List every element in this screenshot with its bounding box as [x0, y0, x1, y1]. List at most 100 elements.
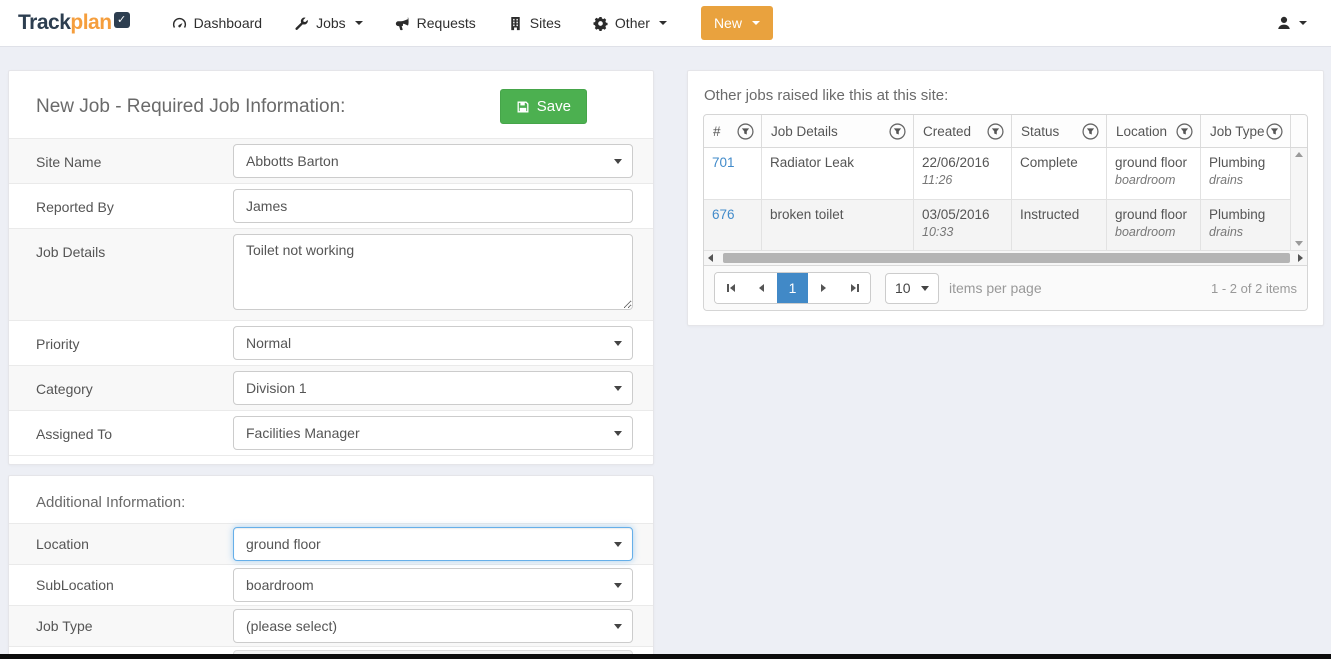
priority-label: Priority	[36, 336, 80, 352]
nav-label-requests: Requests	[416, 15, 476, 31]
filter-icon[interactable]	[1082, 122, 1099, 140]
table-row[interactable]: 701 Radiator Leak 22/06/2016 11:26 Compl…	[704, 148, 1290, 199]
form-row-job-type: Job Type (please select)	[9, 606, 653, 647]
scroll-up-icon[interactable]	[1295, 152, 1303, 157]
nav-item-other[interactable]: Other	[577, 0, 683, 47]
scrollbar-thumb[interactable]	[723, 253, 1290, 263]
nav-label-jobs: Jobs	[316, 15, 346, 31]
column-header-location[interactable]: Location	[1106, 115, 1200, 147]
filter-icon[interactable]	[987, 122, 1004, 140]
location-select[interactable]: ground floor	[233, 527, 633, 561]
form-row-location: Location ground floor	[9, 524, 653, 565]
horizontal-scrollbar[interactable]	[704, 250, 1307, 265]
nav-item-sites[interactable]: Sites	[492, 0, 577, 47]
nav-label-other: Other	[614, 15, 650, 31]
assigned-to-label: Assigned To	[36, 426, 113, 442]
form-row-category: Category Division 1	[9, 366, 653, 411]
gear-icon	[593, 16, 608, 31]
job-details-cell: broken toilet	[761, 200, 913, 250]
filter-icon[interactable]	[1266, 122, 1283, 140]
building-icon	[508, 16, 523, 31]
priority-select[interactable]: Normal	[233, 326, 633, 360]
new-button[interactable]: New	[700, 6, 773, 40]
items-per-page-label: items per page	[949, 280, 1042, 296]
created-cell: 22/06/2016 11:26	[913, 148, 1011, 199]
required-job-title: New Job - Required Job Information:	[36, 95, 346, 117]
column-header-created[interactable]: Created	[913, 115, 1011, 147]
job-type-cell: Plumbing drains	[1200, 200, 1290, 250]
other-jobs-grid: # Job Details Created Status Location Jo…	[703, 114, 1308, 311]
job-type-cell: Plumbing drains	[1200, 148, 1290, 199]
other-jobs-panel: Other jobs raised like this at this site…	[687, 70, 1324, 326]
dashboard-icon	[172, 16, 187, 31]
job-type-label: Job Type	[36, 618, 93, 634]
vertical-scrollbar[interactable]	[1290, 148, 1307, 250]
job-id-link[interactable]: 701	[712, 155, 735, 170]
created-cell: 03/05/2016 10:33	[913, 200, 1011, 250]
chevron-down-icon	[1299, 21, 1307, 25]
brand-text-track: Track	[18, 11, 71, 34]
job-details-label: Job Details	[36, 244, 106, 260]
nav-item-jobs[interactable]: Jobs	[278, 0, 379, 47]
save-icon	[516, 100, 530, 114]
column-header-job-details[interactable]: Job Details	[761, 115, 913, 147]
reported-by-label: Reported By	[36, 199, 114, 215]
next-page-button[interactable]	[808, 273, 839, 303]
nav-item-dashboard[interactable]: Dashboard	[156, 0, 279, 47]
nav-label-dashboard: Dashboard	[193, 15, 263, 31]
site-name-label: Site Name	[36, 154, 102, 170]
status-cell: Complete	[1011, 148, 1106, 199]
job-type-select[interactable]: (please select)	[233, 609, 633, 643]
brand-check-icon: ✓	[113, 12, 130, 28]
other-jobs-title: Other jobs raised like this at this site…	[704, 87, 949, 104]
scroll-left-icon[interactable]	[708, 254, 713, 262]
column-header-status[interactable]: Status	[1011, 115, 1106, 147]
location-cell: ground floor boardroom	[1106, 148, 1200, 199]
column-header-id[interactable]: #	[704, 115, 761, 147]
column-header-job-type[interactable]: Job Type	[1200, 115, 1290, 147]
filter-icon[interactable]	[737, 122, 754, 140]
form-row-assigned-to: Assigned To Facilities Manager	[9, 411, 653, 456]
job-details-cell: Radiator Leak	[761, 148, 913, 199]
save-button[interactable]: Save	[499, 89, 587, 124]
chevron-down-icon	[354, 21, 363, 25]
first-page-button[interactable]	[715, 273, 746, 303]
bottom-edge-bar	[0, 654, 1331, 659]
additional-info-title: Additional Information:	[36, 494, 186, 511]
job-details-textarea[interactable]: Toilet not working	[233, 234, 633, 310]
location-cell: ground floor boardroom	[1106, 200, 1200, 250]
new-button-label: New	[713, 15, 742, 31]
additional-info-panel: Additional Information: Location ground …	[8, 475, 654, 659]
scroll-right-icon[interactable]	[1298, 254, 1303, 262]
chevron-down-icon	[658, 21, 667, 25]
site-name-select[interactable]: Abbotts Barton	[233, 144, 633, 178]
filter-icon[interactable]	[1176, 122, 1193, 140]
grid-pager: 1 10 items per page 1 - 2 of 2 items	[704, 265, 1307, 310]
form-row-site-name: Site Name Abbotts Barton	[9, 139, 653, 184]
form-row-priority: Priority Normal	[9, 321, 653, 366]
form-row-job-details: Job Details Toilet not working	[9, 229, 653, 321]
category-label: Category	[36, 381, 93, 397]
previous-page-button[interactable]	[746, 273, 777, 303]
assigned-to-select[interactable]: Facilities Manager	[233, 416, 633, 450]
job-id-link[interactable]: 676	[712, 207, 735, 222]
select-caret-icon	[921, 285, 929, 291]
trackplan-logo[interactable]: Track plan ✓	[18, 11, 130, 35]
reported-by-input[interactable]	[233, 189, 633, 223]
location-label: Location	[36, 536, 89, 552]
megaphone-icon	[395, 16, 410, 31]
wrench-icon	[294, 16, 309, 31]
category-select[interactable]: Division 1	[233, 371, 633, 405]
brand-text-plan: plan	[70, 11, 112, 34]
scroll-down-icon[interactable]	[1295, 241, 1303, 246]
nav-item-requests[interactable]: Requests	[379, 0, 492, 47]
table-row[interactable]: 676 broken toilet 03/05/2016 10:33 Instr…	[704, 199, 1290, 250]
form-row-reported-by: Reported By	[9, 184, 653, 229]
last-page-button[interactable]	[839, 273, 870, 303]
user-menu[interactable]	[1270, 15, 1313, 31]
pager-button-group: 1	[714, 272, 871, 304]
page-size-select[interactable]: 10	[885, 272, 939, 304]
filter-icon[interactable]	[889, 122, 906, 140]
sublocation-select[interactable]: boardroom	[233, 568, 633, 602]
page-number-button[interactable]: 1	[777, 273, 808, 303]
